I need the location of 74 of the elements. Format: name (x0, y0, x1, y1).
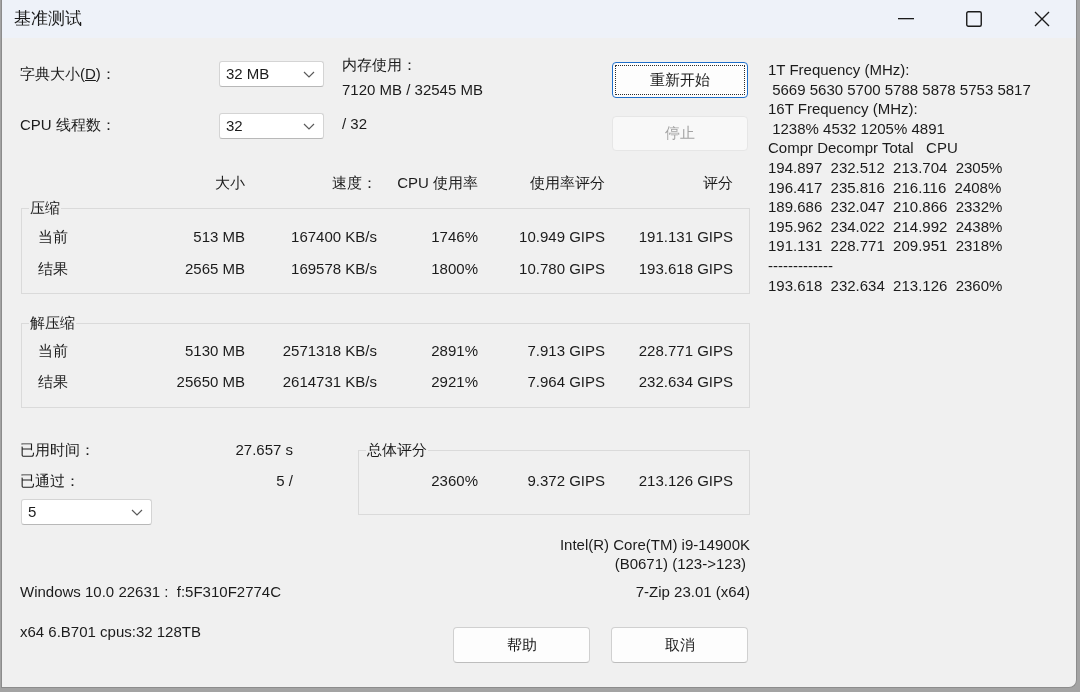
log-line: Compr Decompr Total CPU (768, 138, 958, 158)
log-line: 191.131 228.771 209.951 2318% (768, 236, 1003, 256)
memory-value: 7120 MB / 32545 MB (342, 80, 483, 100)
window-title: 基准测试 (13, 8, 82, 31)
group-title: 总体评分 (366, 440, 428, 460)
log-line: 194.897 232.512 213.704 2305% (768, 157, 1003, 178)
maximize-icon[interactable] (966, 11, 982, 27)
action-button[interactable]: 重新开始 (612, 62, 748, 98)
table-cell-text: 1746% (431, 226, 478, 247)
version-info: 7-Zip 23.01 (x64) (635, 582, 750, 602)
log-line: 196.417 235.816 216.116 2408% (768, 177, 1002, 198)
dropdown[interactable]: 32 (219, 113, 324, 139)
chevron-down-icon (303, 70, 315, 78)
row-label: 当前 (37, 341, 68, 362)
column-header: 大小 (215, 173, 245, 193)
chevron-down-icon (131, 508, 143, 516)
thread-count: / 32 (342, 114, 369, 134)
chevron-down-icon (303, 122, 315, 130)
memory-label: 内存使用： (342, 55, 418, 75)
group-title: 压缩 (29, 198, 61, 218)
dialog-button[interactable]: 取消 (611, 627, 748, 663)
build-info: x64 6.B701 cpus:32 128TB (20, 622, 201, 642)
cpu-info: Intel(R) Core(TM) i9-14900K (559, 535, 750, 555)
table-cell-text: 2614731 KB/s (282, 372, 377, 393)
log-line: 1238% 4532 1205% 4891 (771, 118, 945, 139)
group-title: 解压缩 (29, 313, 76, 333)
table-cell-text: 10.949 GIPS (519, 226, 605, 247)
elapsed-label: 已用时间： (20, 440, 95, 460)
row-label: 结果 (37, 258, 68, 279)
field-label: 字典大小(D)： (20, 64, 117, 84)
table-cell-text: 1800% (431, 258, 478, 279)
table-cell-text: 193.618 GIPS (638, 258, 733, 279)
table-cell-text: 2571318 KB/s (282, 341, 377, 362)
passes-value: 5 / (276, 471, 293, 491)
column-header: 使用率评分 (530, 173, 605, 193)
log-line: 5669 5630 5700 5788 5878 5753 5817 (771, 79, 1031, 100)
table-cell-text: 169578 KB/s (291, 258, 377, 279)
table-cell-text: 25650 MB (176, 372, 245, 393)
dialog-button[interactable]: 帮助 (453, 627, 590, 663)
table-cell: 9.372 GIPS (527, 471, 605, 491)
row-label: 当前 (37, 226, 68, 247)
dropdown[interactable]: 5 (21, 499, 152, 525)
table-cell: 213.126 GIPS (638, 471, 733, 491)
os-info: Windows 10.0 22631 : f:5F310F2774C (20, 582, 281, 602)
table-cell-text: 5130 MB (184, 341, 245, 362)
table-cell-text: 10.780 GIPS (519, 258, 605, 279)
field-label: CPU 线程数： (20, 115, 117, 135)
minimize-icon[interactable] (898, 18, 914, 20)
table-cell-text: 2565 MB (184, 258, 245, 279)
close-icon[interactable] (1034, 11, 1050, 27)
table-cell-text: 7.913 GIPS (527, 341, 605, 362)
table-cell-text: 191.131 GIPS (638, 226, 733, 247)
dropdown[interactable]: 32 MB (219, 61, 324, 87)
log-line: 16T Frequency (MHz): (768, 99, 918, 119)
log-line: 193.618 232.634 213.126 2360% (768, 275, 1003, 296)
table-cell-text: 232.634 GIPS (638, 372, 733, 393)
log-line: 195.962 234.022 214.992 2438% (768, 216, 1003, 237)
column-header: 评分 (703, 173, 733, 193)
table-cell: 2360% (431, 471, 478, 491)
table-cell-text: 228.771 GIPS (638, 341, 733, 362)
table-cell-text: 7.964 GIPS (527, 372, 605, 393)
passes-label: 已通过： (20, 471, 80, 491)
table-cell-text: 2921% (431, 372, 478, 393)
log-line: 1T Frequency (MHz): (768, 60, 910, 80)
column-header: 速度： (332, 173, 377, 193)
table-cell-text: 2891% (431, 341, 478, 362)
table-cell-text: 167400 KB/s (291, 226, 377, 247)
row-label: 结果 (37, 372, 68, 393)
log-line: 189.686 232.047 210.866 2332% (768, 197, 1003, 217)
column-header: CPU 使用率 (397, 173, 478, 193)
log-line: ------------- (768, 255, 833, 276)
table-cell-text: 513 MB (193, 226, 245, 247)
elapsed-value: 27.657 s (235, 440, 293, 460)
cpu-info: (B0671) (123->123) (614, 554, 746, 574)
